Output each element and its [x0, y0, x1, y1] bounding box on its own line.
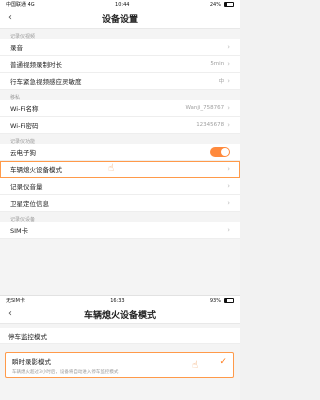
chevron-right-icon: › [227, 199, 230, 207]
page-title: 车辆熄火设备模式 [83, 310, 156, 321]
hand-pointer-icon: ☝ [192, 360, 199, 371]
row-volume[interactable]: 记录仪音量 › [0, 178, 240, 195]
row-wifi-name[interactable]: Wi-Fi名称 Wanji_758767 › [0, 100, 240, 117]
row-record-duration[interactable]: 普通视频录制时长 5min › [0, 56, 240, 73]
check-icon: ✓ [219, 357, 227, 367]
parking-mode-screen: 无SIM卡 16:33 93% ‹ 车辆熄火设备模式 停车监控模式 瞬时录影模式… [0, 295, 240, 400]
nav-bar: ‹ 设备设置 [0, 9, 240, 29]
row-label: SIM卡 [10, 227, 29, 235]
battery-percent: 93% [209, 297, 221, 304]
row-label: 普通视频录制时长 [10, 61, 62, 69]
device-settings-screen: 中国联通 4G 10:44 24% ‹ 设备设置 记录仪视频 录音 › 普通视频… [0, 0, 240, 295]
battery-icon [223, 298, 234, 303]
battery-percent: 24% [209, 1, 221, 8]
carrier-text: 中国联通 4G [6, 2, 35, 8]
chevron-right-icon: › [227, 60, 230, 68]
chevron-right-icon: › [227, 226, 230, 234]
status-right: 24% [210, 2, 234, 8]
option-instant-record[interactable]: 瞬时录影模式 车辆熄火超过3小时后，设备将自动进入停车监控模式 ✓ ☝ [5, 352, 234, 378]
status-bar: 中国联通 4G 10:44 24% [0, 0, 240, 9]
nav-bar: ‹ 车辆熄火设备模式 [0, 305, 240, 324]
row-value: Wanji_758767 [185, 105, 225, 111]
row-label: Wi-Fi名称 [10, 105, 39, 113]
section-header-privacy: 移私 [10, 95, 21, 101]
chevron-right-icon: › [227, 165, 230, 173]
row-value: 中 [218, 79, 225, 85]
row-label: 行车紧急视频感应灵敏度 [10, 78, 82, 86]
row-parking-mode[interactable]: 车辆熄火设备模式 ☝ › [0, 161, 240, 178]
row-label: 卫星定位信息 [10, 200, 49, 208]
section-header-functions: 记录仪功能 [10, 139, 36, 145]
chevron-right-icon: › [227, 182, 230, 190]
hand-pointer-icon: ☝ [108, 163, 115, 174]
section-header-device: 记录仪设备 [10, 217, 36, 223]
row-audio-record[interactable]: 录音 › [0, 39, 240, 56]
row-label: Wi-Fi密码 [10, 122, 39, 130]
page-title: 设备设置 [101, 15, 138, 25]
chevron-right-icon: › [227, 77, 230, 85]
battery-icon [223, 2, 234, 7]
chevron-right-icon: › [227, 121, 230, 129]
back-icon[interactable]: ‹ [8, 12, 12, 23]
row-wifi-password[interactable]: Wi-Fi密码 12345678 › [0, 117, 240, 134]
row-label: 录音 [10, 44, 23, 52]
row-emergency-sensitivity[interactable]: 行车紧急视频感应灵敏度 中 › [0, 73, 240, 90]
row-cloud-dog[interactable]: 云电子狗 [0, 144, 240, 161]
cloud-dog-toggle[interactable] [210, 147, 230, 157]
row-value: 12345678 [196, 122, 225, 128]
row-sim-card[interactable]: SIM卡 › [0, 222, 240, 239]
option-label: 停车监控模式 [8, 332, 47, 341]
row-label: 云电子狗 [10, 149, 36, 157]
option-parking-monitor[interactable]: 停车监控模式 [0, 328, 240, 344]
status-bar: 无SIM卡 16:33 93% [0, 296, 240, 305]
carrier-text: 无SIM卡 [6, 298, 25, 304]
time-text: 16:33 [110, 297, 125, 304]
back-icon[interactable]: ‹ [8, 308, 12, 319]
row-gps-info[interactable]: 卫星定位信息 › [0, 195, 240, 212]
time-text: 10:44 [115, 1, 130, 8]
status-right: 93% [210, 298, 234, 304]
chevron-right-icon: › [227, 43, 230, 51]
row-label: 记录仪音量 [10, 183, 43, 191]
chevron-right-icon: › [227, 104, 230, 112]
row-label: 车辆熄火设备模式 [10, 166, 62, 174]
row-value: 5min [210, 61, 225, 67]
section-header-video: 记录仪视频 [10, 34, 36, 40]
